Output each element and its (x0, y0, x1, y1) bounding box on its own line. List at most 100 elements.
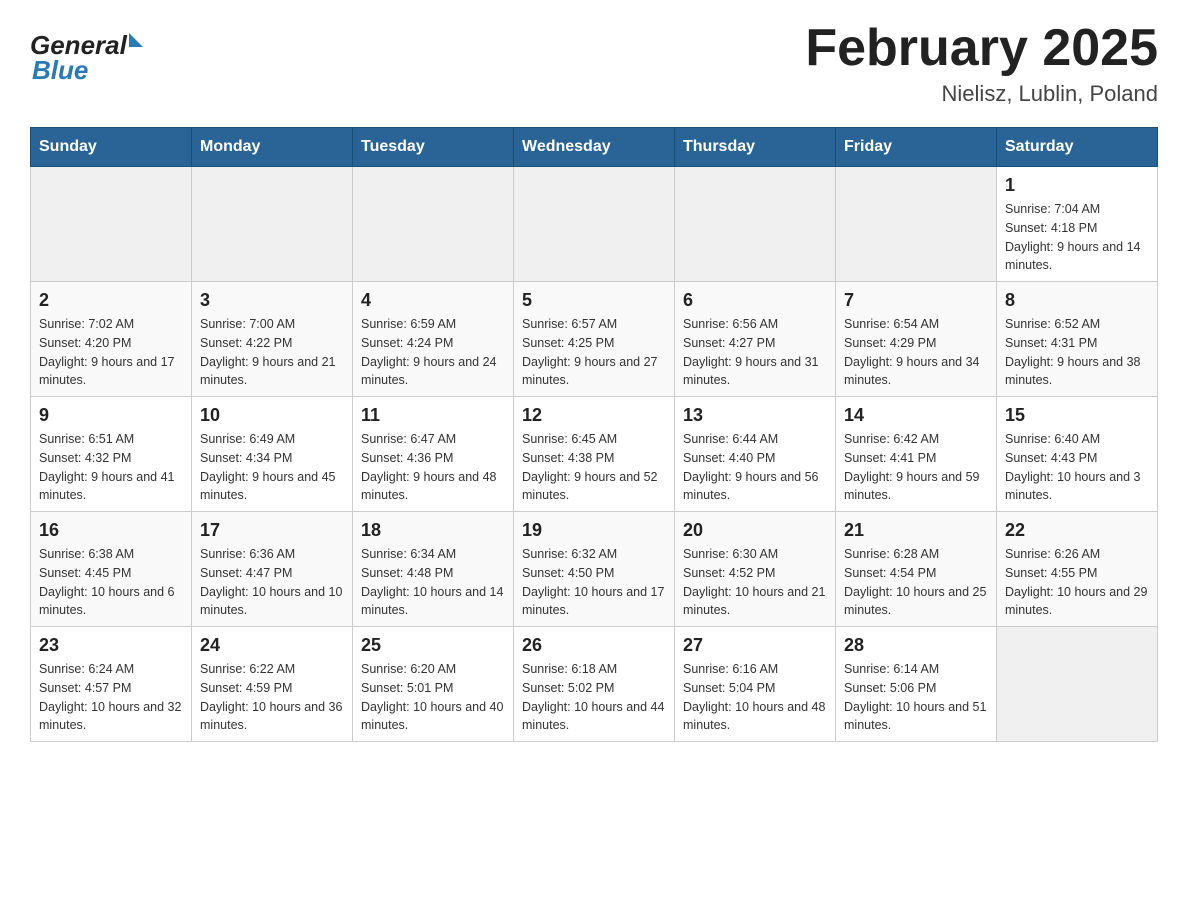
day-number: 23 (39, 635, 183, 656)
day-info: Sunrise: 7:00 AM Sunset: 4:22 PM Dayligh… (200, 315, 344, 390)
day-info: Sunrise: 6:22 AM Sunset: 4:59 PM Dayligh… (200, 660, 344, 735)
day-info: Sunrise: 6:52 AM Sunset: 4:31 PM Dayligh… (1005, 315, 1149, 390)
table-row: 2 Sunrise: 7:02 AM Sunset: 4:20 PM Daylig… (31, 282, 192, 397)
day-number: 11 (361, 405, 505, 426)
day-info: Sunrise: 6:16 AM Sunset: 5:04 PM Dayligh… (683, 660, 827, 735)
table-row: 23 Sunrise: 6:24 AM Sunset: 4:57 PM Dayli… (31, 627, 192, 742)
title-area: February 2025 Nielisz, Lublin, Poland (805, 20, 1158, 107)
table-row: 5 Sunrise: 6:57 AM Sunset: 4:25 PM Daylig… (514, 282, 675, 397)
day-number: 18 (361, 520, 505, 541)
table-row: 27 Sunrise: 6:16 AM Sunset: 5:04 PM Dayli… (675, 627, 836, 742)
day-number: 27 (683, 635, 827, 656)
day-number: 15 (1005, 405, 1149, 426)
day-info: Sunrise: 6:56 AM Sunset: 4:27 PM Dayligh… (683, 315, 827, 390)
day-info: Sunrise: 6:18 AM Sunset: 5:02 PM Dayligh… (522, 660, 666, 735)
day-number: 20 (683, 520, 827, 541)
calendar-week-1: 1 Sunrise: 7:04 AM Sunset: 4:18 PM Daylig… (31, 167, 1158, 282)
table-row: 20 Sunrise: 6:30 AM Sunset: 4:52 PM Dayli… (675, 512, 836, 627)
day-number: 25 (361, 635, 505, 656)
table-row: 9 Sunrise: 6:51 AM Sunset: 4:32 PM Daylig… (31, 397, 192, 512)
table-row: 25 Sunrise: 6:20 AM Sunset: 5:01 PM Dayli… (353, 627, 514, 742)
header-thursday: Thursday (675, 128, 836, 167)
header-monday: Monday (192, 128, 353, 167)
table-row: 6 Sunrise: 6:56 AM Sunset: 4:27 PM Daylig… (675, 282, 836, 397)
calendar-week-5: 23 Sunrise: 6:24 AM Sunset: 4:57 PM Dayli… (31, 627, 1158, 742)
day-info: Sunrise: 6:36 AM Sunset: 4:47 PM Dayligh… (200, 545, 344, 620)
day-number: 7 (844, 290, 988, 311)
day-info: Sunrise: 6:24 AM Sunset: 4:57 PM Dayligh… (39, 660, 183, 735)
day-number: 22 (1005, 520, 1149, 541)
day-number: 8 (1005, 290, 1149, 311)
table-row: 8 Sunrise: 6:52 AM Sunset: 4:31 PM Daylig… (997, 282, 1158, 397)
table-row (997, 627, 1158, 742)
day-number: 13 (683, 405, 827, 426)
day-info: Sunrise: 6:38 AM Sunset: 4:45 PM Dayligh… (39, 545, 183, 620)
header-friday: Friday (836, 128, 997, 167)
day-info: Sunrise: 6:45 AM Sunset: 4:38 PM Dayligh… (522, 430, 666, 505)
table-row: 26 Sunrise: 6:18 AM Sunset: 5:02 PM Dayli… (514, 627, 675, 742)
day-info: Sunrise: 6:26 AM Sunset: 4:55 PM Dayligh… (1005, 545, 1149, 620)
table-row: 4Sunrise: 6:59 AM Sunset: 4:24 PM Daylig… (353, 282, 514, 397)
table-row: 14 Sunrise: 6:42 AM Sunset: 4:41 PM Dayli… (836, 397, 997, 512)
day-number: 2 (39, 290, 183, 311)
table-row: 19 Sunrise: 6:32 AM Sunset: 4:50 PM Dayli… (514, 512, 675, 627)
table-row (31, 167, 192, 282)
table-row: 10 Sunrise: 6:49 AM Sunset: 4:34 PM Dayli… (192, 397, 353, 512)
table-row: 7 Sunrise: 6:54 AM Sunset: 4:29 PM Daylig… (836, 282, 997, 397)
day-info: Sunrise: 6:20 AM Sunset: 5:01 PM Dayligh… (361, 660, 505, 735)
table-row (514, 167, 675, 282)
day-info: Sunrise: 6:32 AM Sunset: 4:50 PM Dayligh… (522, 545, 666, 620)
table-row (192, 167, 353, 282)
logo-blue: Blue (32, 55, 88, 86)
header-saturday: Saturday (997, 128, 1158, 167)
day-info: Sunrise: 6:44 AM Sunset: 4:40 PM Dayligh… (683, 430, 827, 505)
table-row: 16 Sunrise: 6:38 AM Sunset: 4:45 PM Dayli… (31, 512, 192, 627)
table-row: 13 Sunrise: 6:44 AM Sunset: 4:40 PM Dayli… (675, 397, 836, 512)
day-info: Sunrise: 6:34 AM Sunset: 4:48 PM Dayligh… (361, 545, 505, 620)
day-number: 3 (200, 290, 344, 311)
location: Nielisz, Lublin, Poland (805, 81, 1158, 107)
table-row: 12 Sunrise: 6:45 AM Sunset: 4:38 PM Dayli… (514, 397, 675, 512)
day-number: 17 (200, 520, 344, 541)
day-number: 6 (683, 290, 827, 311)
day-info: Sunrise: 6:51 AM Sunset: 4:32 PM Dayligh… (39, 430, 183, 505)
day-info: Sunrise: 6:42 AM Sunset: 4:41 PM Dayligh… (844, 430, 988, 505)
day-number: 16 (39, 520, 183, 541)
day-number: 24 (200, 635, 344, 656)
day-info: Sunrise: 7:04 AM Sunset: 4:18 PM Dayligh… (1005, 200, 1149, 275)
table-row: 17 Sunrise: 6:36 AM Sunset: 4:47 PM Dayli… (192, 512, 353, 627)
day-number: 4 (361, 290, 505, 311)
table-row: 28Sunrise: 6:14 AM Sunset: 5:06 PM Dayli… (836, 627, 997, 742)
day-info: Sunrise: 6:49 AM Sunset: 4:34 PM Dayligh… (200, 430, 344, 505)
day-info: Sunrise: 6:14 AM Sunset: 5:06 PM Dayligh… (844, 660, 988, 735)
table-row: 21Sunrise: 6:28 AM Sunset: 4:54 PM Dayli… (836, 512, 997, 627)
table-row: 22 Sunrise: 6:26 AM Sunset: 4:55 PM Dayli… (997, 512, 1158, 627)
day-number: 14 (844, 405, 988, 426)
day-info: Sunrise: 6:47 AM Sunset: 4:36 PM Dayligh… (361, 430, 505, 505)
table-row (836, 167, 997, 282)
day-info: Sunrise: 6:57 AM Sunset: 4:25 PM Dayligh… (522, 315, 666, 390)
table-row: 18 Sunrise: 6:34 AM Sunset: 4:48 PM Dayli… (353, 512, 514, 627)
calendar-week-2: 2 Sunrise: 7:02 AM Sunset: 4:20 PM Daylig… (31, 282, 1158, 397)
logo: General Blue (30, 30, 143, 86)
table-row: 1 Sunrise: 7:04 AM Sunset: 4:18 PM Daylig… (997, 167, 1158, 282)
month-title: February 2025 (805, 20, 1158, 77)
day-info: Sunrise: 6:54 AM Sunset: 4:29 PM Dayligh… (844, 315, 988, 390)
day-number: 10 (200, 405, 344, 426)
header-sunday: Sunday (31, 128, 192, 167)
table-row (675, 167, 836, 282)
day-number: 1 (1005, 175, 1149, 196)
day-number: 12 (522, 405, 666, 426)
day-number: 9 (39, 405, 183, 426)
day-number: 26 (522, 635, 666, 656)
day-info: Sunrise: 6:40 AM Sunset: 4:43 PM Dayligh… (1005, 430, 1149, 505)
table-row (353, 167, 514, 282)
calendar-table: Sunday Monday Tuesday Wednesday Thursday… (30, 127, 1158, 742)
day-number: 5 (522, 290, 666, 311)
calendar-week-4: 16 Sunrise: 6:38 AM Sunset: 4:45 PM Dayli… (31, 512, 1158, 627)
day-number: 19 (522, 520, 666, 541)
table-row: 11 Sunrise: 6:47 AM Sunset: 4:36 PM Dayli… (353, 397, 514, 512)
calendar-header-row: Sunday Monday Tuesday Wednesday Thursday… (31, 128, 1158, 167)
day-info: Sunrise: 7:02 AM Sunset: 4:20 PM Dayligh… (39, 315, 183, 390)
day-info: Sunrise: 6:30 AM Sunset: 4:52 PM Dayligh… (683, 545, 827, 620)
